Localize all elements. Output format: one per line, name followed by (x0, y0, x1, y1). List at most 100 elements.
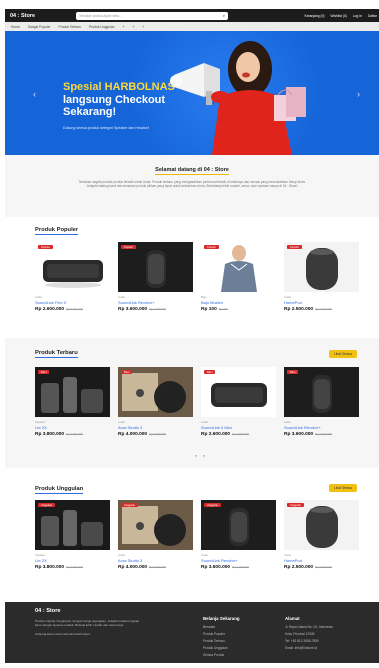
product-badge: Unggulan (287, 503, 305, 507)
product-card[interactable]: Unggulan Speaker Lbr 2X Rp 3.800.000 Rp 4… (35, 500, 110, 570)
product-photo (229, 508, 249, 546)
footer-link[interactable]: Produk Unggulan (203, 646, 240, 650)
cart-link[interactable]: Keranjang (0) (305, 14, 325, 18)
wishlist-link[interactable]: Wishlist (0) (331, 14, 347, 18)
product-name[interactable]: SoundLink Revolve+ (118, 300, 193, 305)
product-card[interactable]: Baru Audio SoundLink II Mini Rp 2.600.00… (201, 367, 276, 437)
search-icon[interactable]: ⌕ (223, 13, 225, 18)
product-card[interactable]: Baru Speaker Lbr 2X Rp 3.800.000 Rp 4.000… (35, 367, 110, 437)
product-image[interactable]: Populer (284, 242, 359, 292)
price-current: Rp 4.000.000 (118, 565, 148, 570)
product-image[interactable]: Unggulan (284, 500, 359, 550)
product-category: Audio (118, 553, 126, 557)
price-old: Rp 4.000.000 (66, 565, 83, 569)
category-link[interactable]: Produk Unggulan (89, 25, 114, 29)
hero-banner[interactable]: ‹ › Spesial HARBOLNAS langsung Checkout … (5, 31, 379, 155)
footer-link[interactable]: Produk Populer (203, 632, 240, 636)
see-all-button[interactable]: Lihat Semua (329, 484, 357, 492)
product-photo (306, 248, 338, 290)
footer-link[interactable]: Semua Produk (203, 653, 240, 657)
price-current: Rp 2.600.000 (201, 432, 231, 437)
category-link[interactable]: Sangat Populer (28, 25, 51, 29)
product-price: Rp 3.800.000 Rp 4.000.000 (35, 432, 110, 437)
price-current: Rp 3.600.000 (118, 307, 148, 312)
product-badge: Populer (121, 245, 136, 249)
footer-email[interactable]: Email: info@04store.id (285, 646, 333, 650)
product-category: Audio (201, 420, 209, 424)
product-name[interactable]: SoundLink Flex II (35, 300, 110, 305)
category-link[interactable]: + (142, 25, 144, 29)
product-name[interactable]: Aura Studio 3 (118, 558, 193, 563)
product-image[interactable]: Unggulan (201, 500, 276, 550)
product-card[interactable]: Unggulan Audio Aura Studio 3 Rp 4.000.00… (118, 500, 193, 570)
category-link[interactable]: Produk Terbaru (59, 25, 81, 29)
product-image[interactable]: Baru (284, 367, 359, 417)
product-badge: Unggulan (38, 503, 56, 507)
price-current: Rp 2.500.000 (284, 307, 314, 312)
search-input[interactable]: Temukan produk Apple setia... ⌕ (76, 11, 228, 20)
footer-description: Produk original, bergaransi, dengan harg… (35, 619, 145, 637)
product-photo (221, 245, 257, 292)
category-link[interactable]: + (123, 25, 125, 29)
carousel-dots[interactable]: ● ● (195, 453, 207, 458)
product-name[interactable]: Lbr 2X (35, 558, 110, 563)
product-card[interactable]: Baru Audio Aura Studio 3 Rp 4.000.000 Rp … (118, 367, 193, 437)
product-image[interactable]: Baru (118, 367, 193, 417)
product-name[interactable]: SoundLink Revolve+ (284, 425, 359, 430)
brand-logo[interactable]: 04 : Store (10, 13, 48, 19)
price-old: Rp 3.000.000 (66, 307, 83, 311)
product-image[interactable]: Populer (35, 242, 110, 292)
category-link[interactable]: + (132, 25, 134, 29)
category-link[interactable]: Home (11, 25, 20, 29)
product-card[interactable]: Unggulan Audio HomePod Rp 2.500.000 Rp 3.… (284, 500, 359, 570)
section-popular: Produk Populer Populer Audio SoundLink F… (5, 225, 379, 325)
product-price: Rp 2.600.000 Rp 3.000.000 (35, 307, 110, 312)
product-name[interactable]: Aura Studio 3 (118, 425, 193, 430)
product-card[interactable]: Populer Audio SoundLink Revolve+ Rp 3.60… (118, 242, 193, 312)
product-category: Audio (201, 553, 209, 557)
price-old: Rp 5.000.000 (149, 432, 166, 436)
product-category: Audio (284, 420, 292, 424)
product-name[interactable]: SoundLink II Mini (201, 425, 276, 430)
product-name[interactable]: Baju Muslim (201, 300, 276, 305)
product-name[interactable]: Lbr 2X (35, 425, 110, 430)
carousel-next-icon[interactable]: › (357, 89, 360, 99)
footer-column-title: Belanja Sekarang (203, 616, 240, 621)
category-bar: Home Sangat Populer Produk Terbaru Produ… (5, 22, 379, 31)
footer-brand: 04 : Store (35, 608, 61, 614)
footer-link[interactable]: Produk Terbaru (203, 639, 240, 643)
price-old: Rp 4.000.000 (149, 307, 166, 311)
welcome-section: Selamat datang di 04 : Store Temukan seg… (5, 155, 379, 217)
product-card[interactable]: Unggulan Audio SoundLink Revolve+ Rp 3.6… (201, 500, 276, 570)
see-all-button[interactable]: Lihat Semua (329, 350, 357, 358)
footer-shop-column: Belanja Sekarang Beranda Produk Populer … (203, 616, 240, 660)
product-card[interactable]: Populer Audio HomePod Rp 2.500.000 Rp 3.0… (284, 242, 359, 312)
product-card[interactable]: Baru Audio SoundLink Revolve+ Rp 3.600.0… (284, 367, 359, 437)
product-image[interactable]: Unggulan (118, 500, 193, 550)
product-badge: Unggulan (121, 503, 139, 507)
product-name[interactable]: HomePod (284, 558, 359, 563)
price-old: Rp 5.000.000 (149, 565, 166, 569)
product-name[interactable]: SoundLink Revolve+ (201, 558, 276, 563)
product-name[interactable]: HomePod (284, 300, 359, 305)
product-price: Rp 4.000.000 Rp 5.000.000 (118, 432, 193, 437)
product-badge: Populer (38, 245, 53, 249)
carousel-prev-icon[interactable]: ‹ (33, 89, 36, 99)
product-price: Rp 2.600.000 Rp 3.000.000 (201, 432, 276, 437)
login-link[interactable]: Log In (353, 14, 362, 18)
footer-phone: Tel: +62 812-3456-7890 (285, 639, 319, 643)
product-image[interactable]: Populer (201, 242, 276, 292)
product-card[interactable]: Populer Audio SoundLink Flex II Rp 2.600… (35, 242, 110, 312)
hero-subtitle: Dukung semua produk ketegori Speaker dan… (63, 126, 149, 130)
product-image[interactable]: Baru (201, 367, 276, 417)
footer-address-line: Jl. Raya Utama No. 04, Indonesia (285, 625, 333, 629)
product-image[interactable]: Unggulan (35, 500, 110, 550)
footer-link[interactable]: Beranda (203, 625, 240, 629)
product-price: Rp 3.800.000 Rp 4.000.000 (35, 565, 110, 570)
product-card[interactable]: Populer Baju Baju Muslim Rp 100 Rp 200 (201, 242, 276, 312)
register-link[interactable]: Daftar (368, 14, 377, 18)
footer-column-title: Alamat (285, 616, 300, 621)
product-price: Rp 3.600.000 Rp 4.000.000 (118, 307, 193, 312)
product-image[interactable]: Baru (35, 367, 110, 417)
product-image[interactable]: Populer (118, 242, 193, 292)
